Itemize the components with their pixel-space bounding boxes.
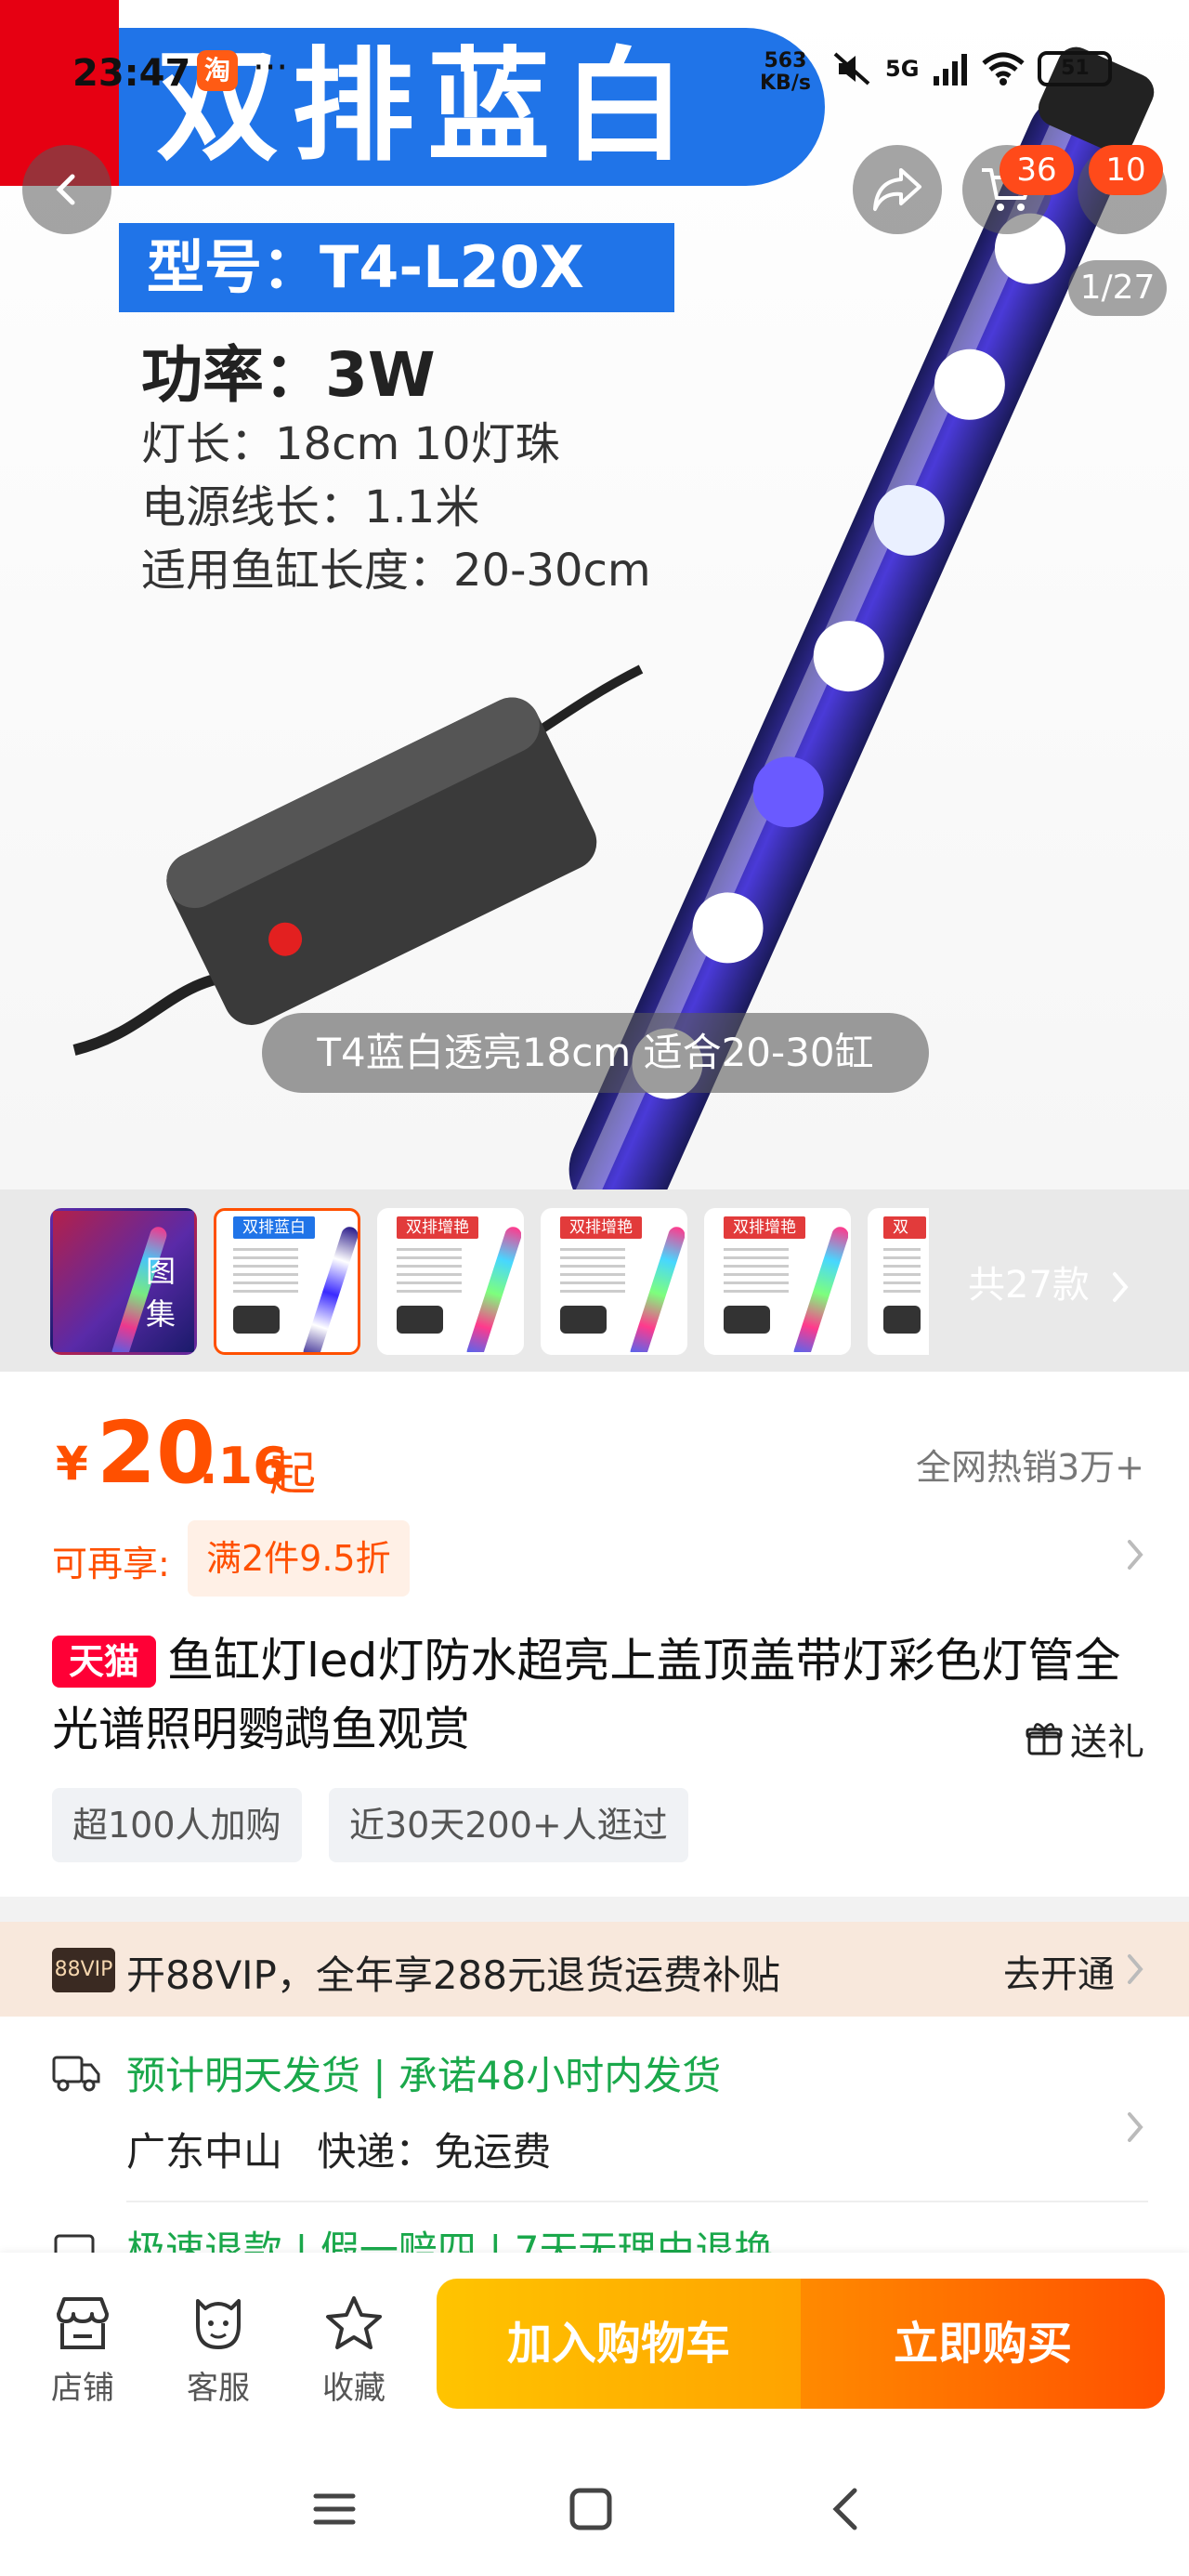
star-icon (326, 2296, 382, 2349)
delivery-estimate: 预计明天发货 | 承诺48小时内发货 (126, 2053, 722, 2098)
sku-thumbnail-title: 双排蓝白 (233, 1216, 315, 1239)
shipping-section[interactable]: 预计明天发货 | 承诺48小时内发货 广东中山 快递：免运费 极速退款 | 假一… (0, 2017, 1189, 2273)
chevron-left-icon (56, 174, 75, 205)
signal-icon (934, 54, 968, 85)
promo-discount-chip[interactable]: 满2件9.5折 (188, 1520, 410, 1597)
mute-icon (833, 52, 870, 85)
sku-thumbnail-title: 双排增艳 (560, 1216, 642, 1239)
promo-chevron-icon[interactable] (1124, 1533, 1146, 1584)
truck-icon (52, 2056, 100, 2092)
system-menu-button[interactable] (307, 2472, 362, 2546)
add-to-cart-button[interactable]: 加入购物车 (437, 2279, 801, 2409)
image-caption: T4蓝白透亮18cm 适合20-30缸 (262, 1013, 929, 1093)
buy-now-button[interactable]: 立即购买 (801, 2279, 1165, 2409)
customer-service-button[interactable]: 客服 (167, 2290, 269, 2408)
more-styles-label: 共27款 (968, 1264, 1090, 1307)
vip-banner[interactable]: 88VIP 开88VIP，全年享288元退货运费补贴 去开通 (0, 1922, 1189, 2017)
network-speed: 563 KB/s (760, 50, 811, 95)
status-more-dots: ··· (253, 46, 289, 89)
network-speed-value: 563 (764, 49, 807, 72)
ship-origin: 广东中山 快递：免运费 (126, 2121, 551, 2177)
taobao-app-icon: 淘 (197, 50, 238, 91)
store-label: 店铺 (51, 2370, 114, 2407)
sku-thumbnail-title: 双排增艳 (724, 1216, 805, 1239)
menu-icon (313, 2493, 356, 2525)
product-title: 鱼缸灯led灯防水超亮上盖顶盖带灯彩色灯管全光谱照明鹦鹉鱼观赏 (52, 1634, 1121, 1756)
product-image-carousel[interactable]: 双排蓝白 型号：T4-L20X 功率：3W 灯长：18cm 10灯珠 电源线长：… (0, 0, 1189, 1189)
image-page-indicator: 1/27 (1068, 260, 1167, 316)
store-button[interactable]: 店铺 (32, 2290, 134, 2408)
gallery-thumbnail[interactable]: 图集 (50, 1208, 197, 1355)
tag-cart-count: 超100人加购 (52, 1788, 302, 1862)
promo-label: 可再享: (52, 1544, 170, 1584)
vip-badge: 88VIP (52, 1948, 115, 1992)
sku-thumbnail[interactable]: 双排增艳 (704, 1208, 851, 1355)
price-currency: ¥ (56, 1437, 88, 1491)
share-button[interactable] (853, 145, 942, 234)
shipping-chevron-icon (1124, 2106, 1146, 2156)
vip-text: 开88VIP，全年享288元退货运费补贴 (126, 1952, 781, 1998)
sku-thumbnail-title: 双排增艳 (397, 1216, 478, 1239)
gift-icon (1026, 1723, 1063, 1755)
gift-button[interactable]: 送礼 (1026, 1712, 1144, 1766)
network-type: 5G (885, 56, 920, 82)
sku-thumbnail[interactable]: 双排蓝白 (214, 1208, 360, 1355)
store-icon (57, 2297, 109, 2349)
favorite-label: 收藏 (322, 2370, 385, 2407)
gift-label: 送礼 (1070, 1721, 1144, 1764)
battery-icon: 51 (1038, 51, 1113, 86)
system-back-button[interactable] (817, 2472, 873, 2546)
gallery-label: 图集 (146, 1254, 176, 1332)
sku-thumbnail-strip: 图集 双排蓝白 双排增艳 双排增艳 双排增艳 双排 共27款 (0, 1189, 1189, 1372)
chevron-right-icon (1112, 1272, 1129, 1302)
status-icons: 5G 51 (831, 50, 1113, 87)
sku-thumbnail-title: 双排 (883, 1216, 926, 1259)
favorite-button[interactable]: 收藏 (303, 2290, 405, 2408)
wifi-icon (982, 52, 1026, 85)
back-arrow-icon (832, 2488, 857, 2530)
network-speed-unit: KB/s (760, 72, 811, 95)
divider (126, 2201, 1148, 2202)
vip-chevron-icon (1124, 1948, 1146, 1998)
cart-count-badge: 36 (1000, 145, 1074, 195)
tag-visit-count: 近30天200+人逛过 (329, 1788, 688, 1862)
status-bar: 23:47 淘 ··· 563 KB/s 5G 51 (0, 46, 1189, 102)
price-integer: 20 (97, 1403, 216, 1503)
system-home-button[interactable] (563, 2472, 619, 2546)
status-time: 23:47 (72, 52, 191, 95)
message-count-badge: 10 (1089, 145, 1163, 195)
back-button[interactable] (22, 145, 111, 234)
sku-thumbnail[interactable]: 双排增艳 (541, 1208, 687, 1355)
sku-thumbnail[interactable]: 双排增艳 (377, 1208, 524, 1355)
customer-service-label: 客服 (187, 2370, 250, 2407)
home-square-icon (569, 2488, 612, 2530)
share-icon (873, 168, 921, 211)
vip-open-link[interactable]: 去开通 (1003, 1944, 1115, 1998)
tmall-badge: 天猫 (52, 1636, 156, 1688)
sku-thumbnail[interactable]: 双排 (868, 1208, 929, 1355)
price-suffix: 起 (269, 1447, 316, 1501)
hot-sales-label: 全网热销3万+ (915, 1447, 1144, 1488)
customer-service-icon (196, 2299, 241, 2349)
bottom-action-bar: 店铺 客服 收藏 加入购物车 立即购买 (0, 2253, 1189, 2576)
ship-origin-city: 广东中山 (126, 2129, 283, 2175)
more-styles-link[interactable]: 共27款 (968, 1255, 1131, 1308)
ship-express: 快递：免运费 (317, 2129, 552, 2175)
